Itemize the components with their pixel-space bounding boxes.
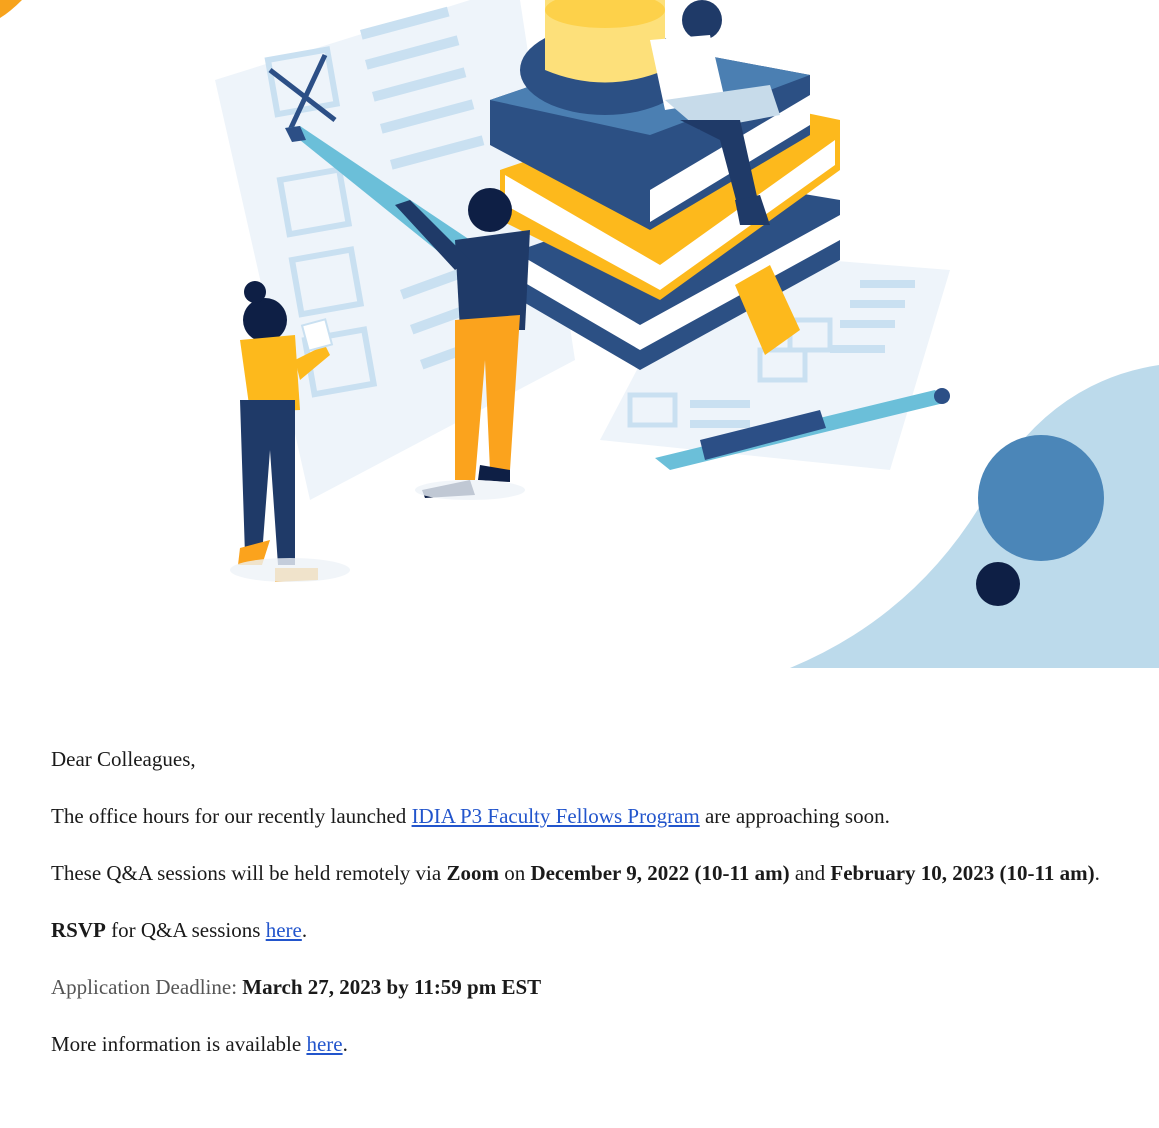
more-info-link[interactable]: here xyxy=(306,1032,342,1056)
person-woman-legs xyxy=(240,400,295,565)
deadline-value: March 27, 2023 by 11:59 pm EST xyxy=(242,975,542,999)
session-date-2: February 10, 2023 (10-11 am) xyxy=(830,861,1095,885)
zoom-label: Zoom xyxy=(446,861,499,885)
paragraph-rsvp: RSVP for Q&A sessions here. xyxy=(51,918,308,942)
decor-circle-small xyxy=(976,562,1020,606)
person-man-head xyxy=(468,188,512,232)
paragraph-deadline: Application Deadline: March 27, 2023 by … xyxy=(51,970,1111,1005)
decor-circle-large xyxy=(978,435,1104,561)
notepad xyxy=(300,318,334,352)
rsvp-link[interactable]: here xyxy=(266,918,302,942)
greeting: Dear Colleagues, xyxy=(51,747,196,771)
deadline-label: Application Deadline: xyxy=(51,975,243,999)
person-man-legs xyxy=(455,315,520,480)
corner-accent-shape xyxy=(0,0,22,18)
program-link[interactable]: IDIA P3 Faculty Fellows Program xyxy=(412,804,700,828)
session-date-1: December 9, 2022 (10-11 am) xyxy=(530,861,790,885)
paragraph-more-info: More information is available here. xyxy=(51,1032,348,1056)
person-woman-head xyxy=(243,298,287,342)
paragraph-sessions: These Q&A sessions will be held remotely… xyxy=(51,861,1100,885)
email-body: Dear Colleagues, The office hours for ou… xyxy=(51,742,1111,1084)
paragraph-office-hours: The office hours for our recently launch… xyxy=(51,804,890,828)
person-man-torso xyxy=(455,230,530,330)
hero-illustration xyxy=(0,0,1159,670)
person-sitting-head xyxy=(682,0,722,40)
rsvp-label: RSVP xyxy=(51,918,106,942)
